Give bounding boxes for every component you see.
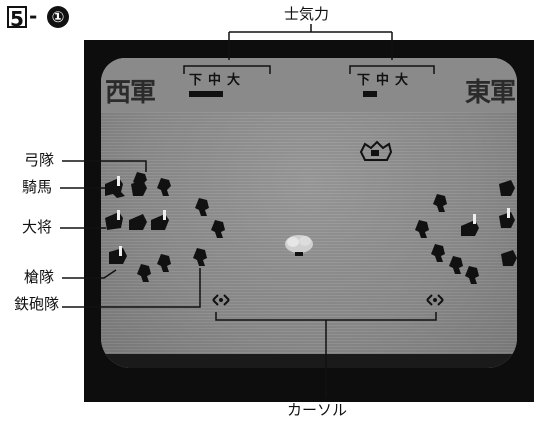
east-unit[interactable] — [431, 244, 445, 262]
general-unit[interactable] — [105, 210, 123, 230]
spearman-unit[interactable] — [157, 254, 171, 272]
figure-number: 5 — [7, 6, 27, 30]
east-unit[interactable] — [415, 220, 429, 238]
spearman-unit[interactable] — [109, 246, 127, 264]
cursor-east-icon[interactable] — [426, 294, 444, 306]
callout-archers: 弓隊 — [24, 151, 55, 169]
infantry-unit[interactable] — [195, 198, 209, 216]
game-screen[interactable]: 西軍 東軍 下中大 下中大 — [101, 58, 517, 368]
callout-general: 大将 — [22, 218, 53, 236]
callout-cavalry: 騎馬 — [22, 178, 53, 196]
east-unit[interactable] — [433, 194, 447, 212]
battlefield — [105, 140, 517, 306]
cursor-west-icon[interactable] — [212, 294, 230, 306]
general-unit[interactable] — [129, 214, 147, 230]
figure-separator: - — [29, 4, 38, 28]
infantry-unit[interactable] — [211, 220, 225, 238]
east-unit[interactable] — [449, 256, 463, 274]
callout-spearmen: 槍隊 — [24, 268, 55, 286]
east-army-units — [415, 180, 517, 284]
east-unit[interactable] — [461, 214, 479, 236]
smoke-cloud-icon — [285, 235, 313, 256]
archer-unit[interactable] — [157, 178, 171, 196]
spearman-unit[interactable] — [137, 264, 151, 282]
camp-icon — [359, 140, 393, 161]
east-unit[interactable] — [501, 250, 517, 266]
callout-cursor: カーソル — [287, 401, 348, 419]
east-unit[interactable] — [465, 266, 479, 284]
east-unit[interactable] — [499, 208, 515, 228]
east-unit[interactable] — [499, 180, 515, 196]
general-unit[interactable] — [151, 210, 169, 230]
figure-sub-number: ① — [47, 6, 69, 28]
cavalry-unit[interactable] — [105, 176, 125, 198]
callout-gunners: 鉄砲隊 — [14, 295, 60, 313]
west-army-units — [105, 172, 225, 282]
callout-morale: 士気力 — [284, 5, 330, 23]
gunner-unit[interactable] — [193, 248, 207, 266]
